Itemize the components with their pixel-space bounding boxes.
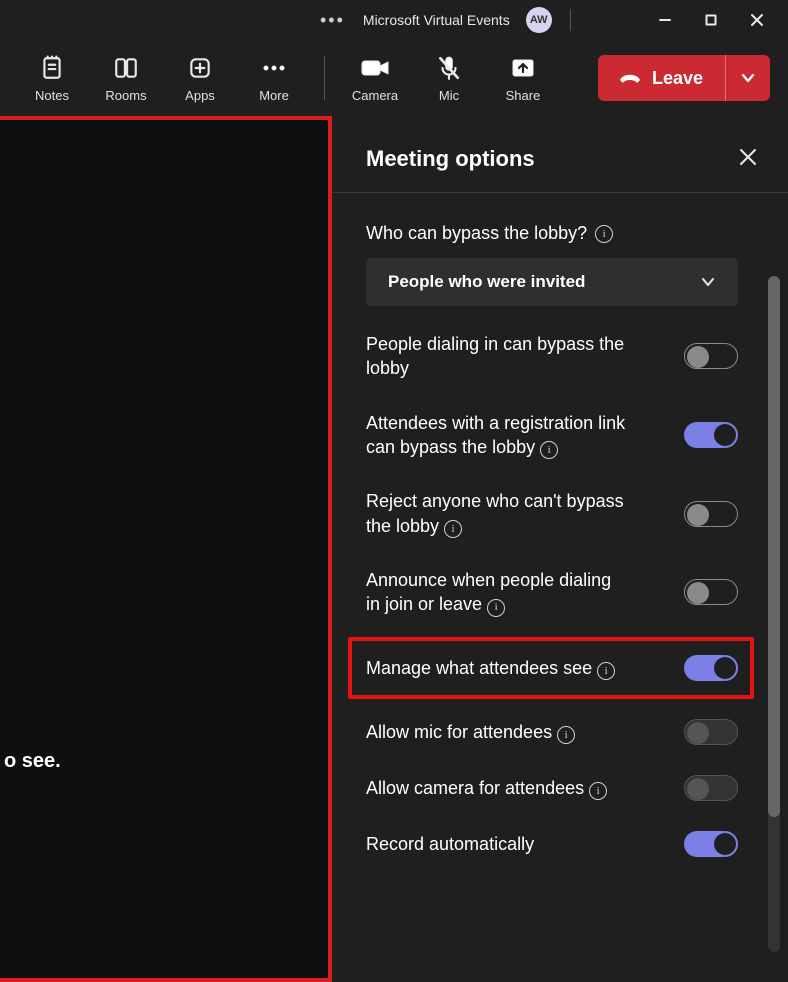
notes-label: Notes: [35, 88, 69, 103]
apps-button[interactable]: Apps: [166, 54, 234, 103]
divider: [570, 9, 571, 31]
share-icon: [510, 54, 536, 82]
maximize-button[interactable]: [688, 0, 734, 40]
share-label: Share: [506, 88, 541, 103]
toggle-allow-camera[interactable]: [684, 775, 738, 801]
toggle-reject-nonbypass[interactable]: [684, 501, 738, 527]
lobby-dropdown[interactable]: People who were invited: [366, 258, 738, 306]
stage-partial-text: o see.: [4, 750, 61, 773]
option-reject-nonbypass: Reject anyone who can't bypass the lobby…: [366, 489, 738, 538]
leave-button-group: Leave: [598, 55, 770, 101]
option-allow-camera: Allow camera for attendees i: [366, 775, 738, 801]
scrollbar-track[interactable]: [768, 276, 780, 952]
main: o see. Meeting options Who can bypass th…: [0, 116, 788, 982]
camera-icon: [360, 54, 390, 82]
info-icon[interactable]: i: [597, 662, 615, 680]
more-button[interactable]: More: [240, 54, 308, 103]
chevron-down-icon: [740, 70, 756, 86]
rooms-button[interactable]: Rooms: [92, 54, 160, 103]
option-label: Allow camera for attendees: [366, 778, 584, 798]
toggle-allow-mic[interactable]: [684, 719, 738, 745]
divider: [324, 56, 325, 100]
leave-label: Leave: [652, 68, 703, 89]
notes-icon: [39, 54, 65, 82]
notes-button[interactable]: Notes: [18, 54, 86, 103]
toggle-dialin-bypass[interactable]: [684, 343, 738, 369]
option-label: Reject anyone who can't bypass the lobby: [366, 491, 624, 535]
info-icon[interactable]: i: [557, 726, 575, 744]
minimize-button[interactable]: [642, 0, 688, 40]
info-icon[interactable]: i: [589, 782, 607, 800]
panel-body: Who can bypass the lobby? i People who w…: [332, 193, 788, 982]
hangup-icon: [618, 70, 642, 86]
option-record-auto: Record automatically: [366, 831, 738, 857]
leave-button[interactable]: Leave: [598, 68, 725, 89]
toolbar: Notes Rooms Apps More Camera Mic: [0, 40, 788, 116]
close-panel-button[interactable]: [738, 147, 758, 172]
rooms-label: Rooms: [105, 88, 146, 103]
apps-label: Apps: [185, 88, 215, 103]
toggle-record-auto[interactable]: [684, 831, 738, 857]
close-window-button[interactable]: [734, 0, 780, 40]
option-label: People dialing in can bypass the lobby: [366, 334, 624, 378]
lobby-label: Who can bypass the lobby?: [366, 223, 587, 244]
leave-menu-button[interactable]: [726, 55, 770, 101]
more-icon: [261, 54, 287, 82]
rooms-icon: [113, 54, 139, 82]
option-registration-bypass: Attendees with a registration link can b…: [366, 411, 738, 460]
mic-muted-icon: [436, 54, 462, 82]
app-title: Microsoft Virtual Events: [363, 12, 510, 28]
mic-button[interactable]: Mic: [415, 54, 483, 103]
overflow-icon[interactable]: •••: [320, 10, 345, 31]
panel-title: Meeting options: [366, 146, 535, 172]
option-label: Record automatically: [366, 834, 534, 854]
lobby-label-row: Who can bypass the lobby? i: [366, 223, 738, 244]
meeting-options-panel: Meeting options Who can bypass the lobby…: [332, 116, 788, 982]
mic-label: Mic: [439, 88, 459, 103]
option-manage-attendees: Manage what attendees see i: [366, 655, 738, 681]
info-icon[interactable]: i: [487, 599, 505, 617]
camera-button[interactable]: Camera: [341, 54, 409, 103]
chevron-down-icon: [700, 274, 716, 290]
toggle-manage-attendees[interactable]: [684, 655, 738, 681]
avatar[interactable]: AW: [526, 7, 552, 33]
option-label: Allow mic for attendees: [366, 722, 552, 742]
share-button[interactable]: Share: [489, 54, 557, 103]
scrollbar-thumb[interactable]: [768, 276, 780, 817]
apps-icon: [187, 54, 213, 82]
option-allow-mic: Allow mic for attendees i: [366, 719, 738, 745]
option-label: Attendees with a registration link can b…: [366, 413, 625, 457]
info-icon[interactable]: i: [540, 441, 558, 459]
option-announce-dialin: Announce when people dialing in join or …: [366, 568, 738, 617]
info-icon[interactable]: i: [444, 520, 462, 538]
option-label: Manage what attendees see: [366, 658, 592, 678]
highlight-manage-attendees: Manage what attendees see i: [348, 637, 754, 699]
lobby-dropdown-value: People who were invited: [388, 272, 585, 292]
titlebar: ••• Microsoft Virtual Events AW: [0, 0, 788, 40]
camera-label: Camera: [352, 88, 398, 103]
toggle-registration-bypass[interactable]: [684, 422, 738, 448]
meeting-stage: o see.: [0, 116, 332, 982]
toggle-announce-dialin[interactable]: [684, 579, 738, 605]
info-icon[interactable]: i: [595, 225, 613, 243]
more-label: More: [259, 88, 289, 103]
option-dialin-bypass: People dialing in can bypass the lobby: [366, 332, 738, 381]
close-icon: [738, 147, 758, 167]
